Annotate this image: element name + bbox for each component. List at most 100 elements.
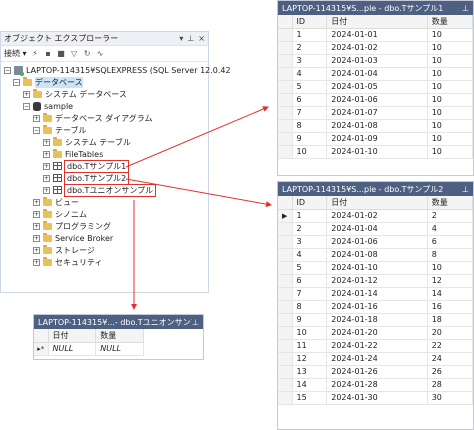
expand-icon[interactable]: + — [33, 258, 40, 266]
table-row[interactable]: ▶ 1 2024-01-02 2 — [278, 209, 473, 223]
row-selector[interactable] — [278, 235, 293, 249]
table-row[interactable]: 10 2024-01-20 20 — [278, 326, 473, 340]
filter-icon[interactable]: ▽ — [70, 49, 79, 58]
table-cell[interactable]: 2024-01-06 — [326, 93, 428, 107]
table-cell[interactable]: 10 — [292, 326, 328, 340]
table-row[interactable]: 3 2024-01-06 6 — [278, 235, 473, 249]
expand-icon[interactable]: + — [23, 90, 30, 98]
table-cell[interactable]: 6 — [427, 235, 473, 249]
table-cell[interactable]: 2024-01-14 — [326, 287, 428, 301]
table-cell[interactable]: 22 — [427, 339, 473, 353]
table-cell[interactable]: 14 — [427, 287, 473, 301]
connect-icon[interactable]: ⚡ — [31, 49, 40, 58]
table-cell[interactable]: 2 — [427, 209, 473, 223]
table-cell[interactable]: 11 — [292, 339, 328, 353]
column-header[interactable]: ID — [292, 196, 328, 210]
row-selector[interactable] — [278, 339, 293, 353]
table-cell[interactable]: 2024-01-26 — [326, 365, 428, 379]
row-selector[interactable] — [278, 248, 293, 262]
expand-icon[interactable]: + — [33, 234, 40, 242]
table-cell[interactable]: 12 — [292, 352, 328, 366]
table-cell[interactable]: 1 — [292, 209, 328, 223]
row-selector[interactable] — [278, 145, 293, 159]
table-cell[interactable]: 18 — [427, 313, 473, 327]
row-selector[interactable] — [278, 287, 293, 301]
tree-node-table-union[interactable]: + dbo.Tユニオンサンプル — [43, 183, 157, 197]
table-cell[interactable]: 2024-01-22 — [326, 339, 428, 353]
table-row[interactable]: 6 2024-01-12 12 — [278, 274, 473, 288]
row-selector[interactable] — [278, 41, 293, 55]
table-cell[interactable]: 2024-01-05 — [326, 80, 428, 94]
row-selector-header[interactable] — [278, 15, 293, 29]
row-selector[interactable] — [278, 378, 293, 392]
row-selector[interactable] — [278, 261, 293, 275]
table-cell[interactable]: 2024-01-06 — [326, 235, 428, 249]
table-cell[interactable]: 20 — [427, 326, 473, 340]
table-cell[interactable]: 2024-01-16 — [326, 300, 428, 314]
expand-icon[interactable]: + — [43, 162, 50, 170]
pin-icon[interactable]: ⊥ — [462, 4, 469, 13]
collapse-icon[interactable]: − — [13, 78, 20, 86]
row-selector[interactable] — [278, 313, 293, 327]
row-selector[interactable] — [278, 326, 293, 340]
table-cell[interactable]: 4 — [427, 222, 473, 236]
row-selector[interactable] — [278, 365, 293, 379]
table-row[interactable]: 9 2024-01-18 18 — [278, 313, 473, 327]
table-cell[interactable]: 24 — [427, 352, 473, 366]
table-cell[interactable]: 6 — [292, 93, 328, 107]
tree-node-views[interactable]: + ビュー — [33, 196, 79, 208]
table-cell[interactable]: 10 — [427, 93, 473, 107]
table-row[interactable]: 2 2024-01-02 10 — [278, 41, 473, 55]
table-cell[interactable]: 10 — [427, 80, 473, 94]
collapse-icon[interactable]: − — [23, 102, 30, 110]
table-cell[interactable]: 8 — [292, 119, 328, 133]
column-header[interactable]: 日付 — [48, 329, 97, 343]
row-selector[interactable] — [278, 352, 293, 366]
table-cell[interactable]: 10 — [427, 106, 473, 120]
expand-icon[interactable]: + — [43, 150, 50, 158]
row-selector[interactable] — [278, 80, 293, 94]
table-cell[interactable]: 10 — [427, 261, 473, 275]
table-cell[interactable]: 30 — [427, 391, 473, 405]
table-cell[interactable]: 2024-01-12 — [326, 274, 428, 288]
tree-node-system-databases[interactable]: + システム データベース — [23, 88, 127, 100]
pin-icon[interactable]: ⊥ — [462, 185, 469, 194]
table-cell[interactable]: 2024-01-08 — [326, 248, 428, 262]
table-cell[interactable]: 13 — [292, 365, 328, 379]
pin-icon[interactable]: ⊥ — [187, 34, 194, 43]
table-row[interactable]: 1 2024-01-01 10 — [278, 28, 473, 42]
tree-node-server[interactable]: − LAPTOP-114315¥SQLEXPRESS (SQL Server 1… — [4, 64, 231, 76]
tree-node-synonyms[interactable]: + シノニム — [33, 208, 87, 220]
expand-icon[interactable]: + — [43, 186, 50, 194]
table-cell[interactable]: 6 — [292, 274, 328, 288]
table-cell[interactable]: 2024-01-10 — [326, 261, 428, 275]
tree-node-service-broker[interactable]: + Service Broker — [33, 232, 113, 244]
table-cell[interactable]: 10 — [427, 132, 473, 146]
tree-node-filetables[interactable]: + FileTables — [43, 148, 103, 160]
table-cell[interactable]: 2024-01-02 — [326, 209, 428, 223]
connect-button[interactable]: 接続 ▾ — [4, 48, 27, 59]
table-cell[interactable]: 9 — [292, 313, 328, 327]
table-cell[interactable]: 14 — [292, 378, 328, 392]
column-header[interactable]: 日付 — [326, 15, 428, 29]
table-cell[interactable]: 16 — [427, 300, 473, 314]
row-selector[interactable] — [278, 106, 293, 120]
table-row[interactable]: 8 2024-01-08 10 — [278, 119, 473, 133]
column-header[interactable]: 数量 — [95, 329, 144, 343]
table-row[interactable]: 15 2024-01-30 30 — [278, 391, 473, 405]
current-row-indicator[interactable]: ▶ — [278, 209, 293, 223]
table-cell[interactable]: 2024-01-30 — [326, 391, 428, 405]
table-cell[interactable]: NULL — [48, 342, 97, 356]
tree-node-programmability[interactable]: + プログラミング — [33, 220, 111, 232]
table-row[interactable]: ▸* NULL NULL — [34, 342, 144, 356]
table-cell[interactable]: 2024-01-03 — [326, 54, 428, 68]
table-row[interactable]: 5 2024-01-05 10 — [278, 80, 473, 94]
table-cell[interactable]: 2024-01-10 — [326, 145, 428, 159]
expand-icon[interactable]: + — [33, 246, 40, 254]
table-cell[interactable]: 10 — [427, 28, 473, 42]
table-row[interactable]: 9 2024-01-09 10 — [278, 132, 473, 146]
row-selector-header[interactable] — [34, 329, 49, 343]
table-cell[interactable]: 3 — [292, 235, 328, 249]
table-cell[interactable]: 4 — [292, 248, 328, 262]
table-cell[interactable]: 10 — [427, 119, 473, 133]
